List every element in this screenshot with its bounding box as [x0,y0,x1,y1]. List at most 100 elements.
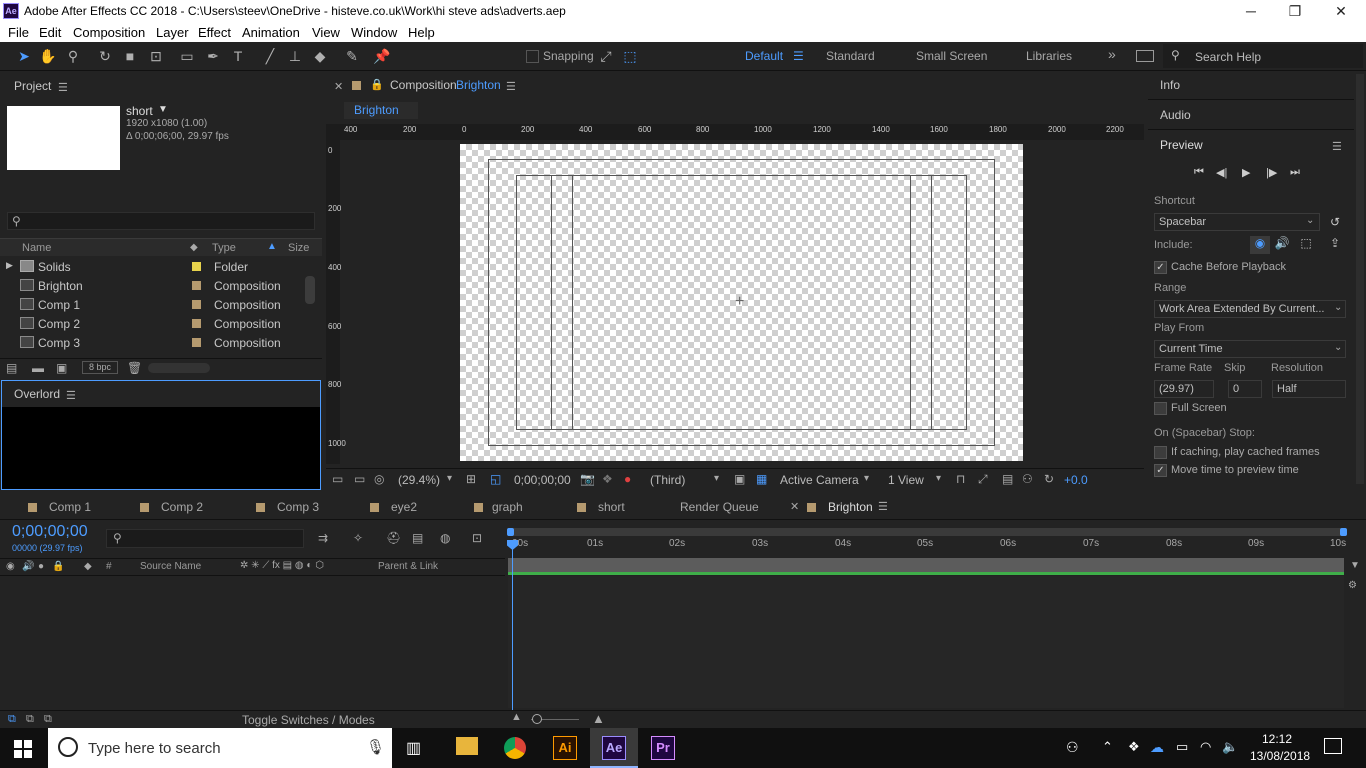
last-frame-icon[interactable]: ⏭ [1290,166,1300,179]
timeline-tab-comp1[interactable]: Comp 1 [28,500,91,516]
wifi-icon[interactable]: ◠ [1200,739,1211,755]
info-panel-tab[interactable]: Info [1160,74,1180,96]
region-of-interest-icon[interactable]: ◱ [490,472,501,486]
include-audio-icon[interactable]: 🔊 [1272,236,1292,254]
menu-layer[interactable]: Layer [156,25,189,40]
workspace-default[interactable]: Default [745,49,783,63]
more-workspaces-icon[interactable]: » [1108,46,1116,62]
toggle-switches-modes-button[interactable]: Toggle Switches / Modes [242,713,375,727]
menu-view[interactable]: View [312,25,340,40]
project-row-solids[interactable]: ▶ Solids Folder [2,257,320,276]
project-row-comp3[interactable]: Comp 3 Composition [2,333,320,352]
timeline-menu-icon[interactable]: ☰ [878,500,888,516]
shortcut-dropdown[interactable]: Spacebar [1154,213,1320,231]
range-dropdown[interactable]: Work Area Extended By Current... [1154,300,1346,318]
zoom-slider-thumb[interactable] [532,714,542,724]
snap-icon[interactable]: ⤢ [596,46,616,66]
timeline-tab-comp2[interactable]: Comp 2 [140,500,203,516]
file-explorer-icon[interactable] [456,737,478,755]
maximize-button[interactable]: ❐ [1272,0,1318,22]
zoom-dropdown[interactable]: (29.4%) [398,473,440,487]
type-tool-icon[interactable]: T [228,46,248,66]
timeline-tab-eye2[interactable]: eye2 [370,500,417,516]
project-row-comp1[interactable]: Comp 1 Composition [2,295,320,314]
mask-icon[interactable]: ◎ [374,472,384,486]
column-parent-link[interactable]: Parent & Link [378,561,438,572]
comp-breadcrumb[interactable]: Brighton [344,102,418,119]
timeline-tab-short[interactable]: short [577,500,625,516]
clock-date[interactable]: 13/08/2018 [1250,749,1310,763]
layer-switches-pane-icon[interactable]: ⧉ [8,713,16,726]
views-chevron-icon[interactable]: ▾ [936,473,941,484]
snapping-checkbox[interactable] [526,50,539,63]
workspace-menu-icon[interactable]: ☰ [793,49,804,63]
in-out-pane-icon[interactable]: ⧉ [44,713,52,726]
channel-icon[interactable]: ● [624,472,631,486]
dropbox-icon[interactable]: ❖ [1128,739,1140,755]
work-area-end-handle[interactable] [1340,528,1347,536]
new-composition-icon[interactable]: ▣ [56,361,67,375]
pan-behind-tool-icon[interactable]: ⊡ [146,46,166,66]
close-comp-icon[interactable]: ✕ [334,80,343,93]
zoom-in-icon[interactable]: ▲ [592,711,605,726]
timeline-tab-render-queue[interactable]: Render Queue [680,500,759,516]
label-column-icon[interactable]: ◆ [190,242,198,253]
monitor-icon[interactable]: ▭ [354,472,365,486]
views-dropdown[interactable]: 1 View [888,473,924,487]
label-swatch[interactable] [192,281,201,290]
onedrive-icon[interactable]: ☁ [1150,739,1164,756]
comp-panel-name[interactable]: Brighton [456,74,501,96]
column-size[interactable]: Size [288,242,309,254]
fast-preview-icon[interactable]: ⤢ [978,472,988,487]
people-icon[interactable]: ⚇ [1066,739,1079,756]
item-name[interactable]: short [126,104,153,118]
brush-tool-icon[interactable]: ╱ [260,46,280,66]
delete-icon[interactable]: 🗑 [127,361,142,375]
menu-file[interactable]: File [8,25,29,40]
expand-triangle-icon[interactable]: ▶ [6,260,13,271]
clone-stamp-tool-icon[interactable]: ⊥ [285,46,305,66]
workspace-libraries[interactable]: Libraries [1026,49,1072,63]
camera-dropdown[interactable]: Active Camera [780,473,859,487]
snap-grid-icon[interactable]: ⬚ [620,46,640,66]
label-swatch[interactable] [192,262,201,271]
show-snapshot-icon[interactable]: ❖ [602,472,613,486]
always-preview-icon[interactable]: ▭ [332,472,343,486]
layer-switches-icons[interactable]: ✲ ✳ ⟋ fx ▤ ◍ ◐ ⬡ [240,560,324,571]
comp-viewer[interactable]: + [460,144,1023,461]
play-icon[interactable]: ▶ [1242,166,1250,179]
preview-panel-tab[interactable]: Preview [1160,134,1203,156]
cache-before-playback-checkbox[interactable]: ✓ [1154,261,1167,274]
zoom-out-icon[interactable]: ▲ [511,711,522,723]
menu-edit[interactable]: Edit [39,25,61,40]
sync-settings-icon[interactable] [1136,50,1154,62]
resolution-chevron-icon[interactable]: ▾ [714,473,719,484]
include-video-icon[interactable]: ◉ [1250,236,1270,254]
label-swatch[interactable] [192,300,201,309]
first-frame-icon[interactable]: ⏮ [1194,166,1204,179]
timeline-current-time[interactable]: 0;00;00;00 [12,523,88,541]
comp-button-icon[interactable]: ▼ [1350,560,1360,571]
task-view-icon[interactable]: ▥ [406,738,421,758]
timeline-search-input[interactable]: ⚲ [106,529,304,548]
microphone-icon[interactable]: 🎙 [366,738,385,756]
item-dropdown-icon[interactable]: ▼ [158,104,168,115]
chrome-icon[interactable] [504,737,526,759]
playhead-line[interactable] [512,540,513,710]
lock-switch-icon[interactable]: 🔒 [52,561,64,572]
shortcut-chevron-icon[interactable]: ⌄ [1306,215,1314,226]
toggle-pixel-aspect-icon[interactable]: ⊓ [956,472,965,486]
frame-blending-icon[interactable]: ▤ [412,531,423,545]
export-icon[interactable]: ⇪ [1330,236,1340,250]
workspace-small-screen[interactable]: Small Screen [916,49,987,63]
label-swatch[interactable] [192,338,201,347]
shy-layers-icon[interactable]: ⛑ [386,531,401,545]
illustrator-icon[interactable]: Ai [553,736,577,760]
resolution-dropdown[interactable]: Half [1272,380,1346,398]
previous-frame-icon[interactable]: ◀| [1216,166,1227,179]
volume-icon[interactable]: 🔈 [1222,739,1238,755]
camera-tool-icon[interactable]: ■ [120,46,140,66]
timeline-tab-graph[interactable]: graph [474,500,523,516]
zoom-chevron-icon[interactable]: ▾ [447,473,452,484]
draft-3d-icon[interactable]: ✧ [353,531,363,545]
